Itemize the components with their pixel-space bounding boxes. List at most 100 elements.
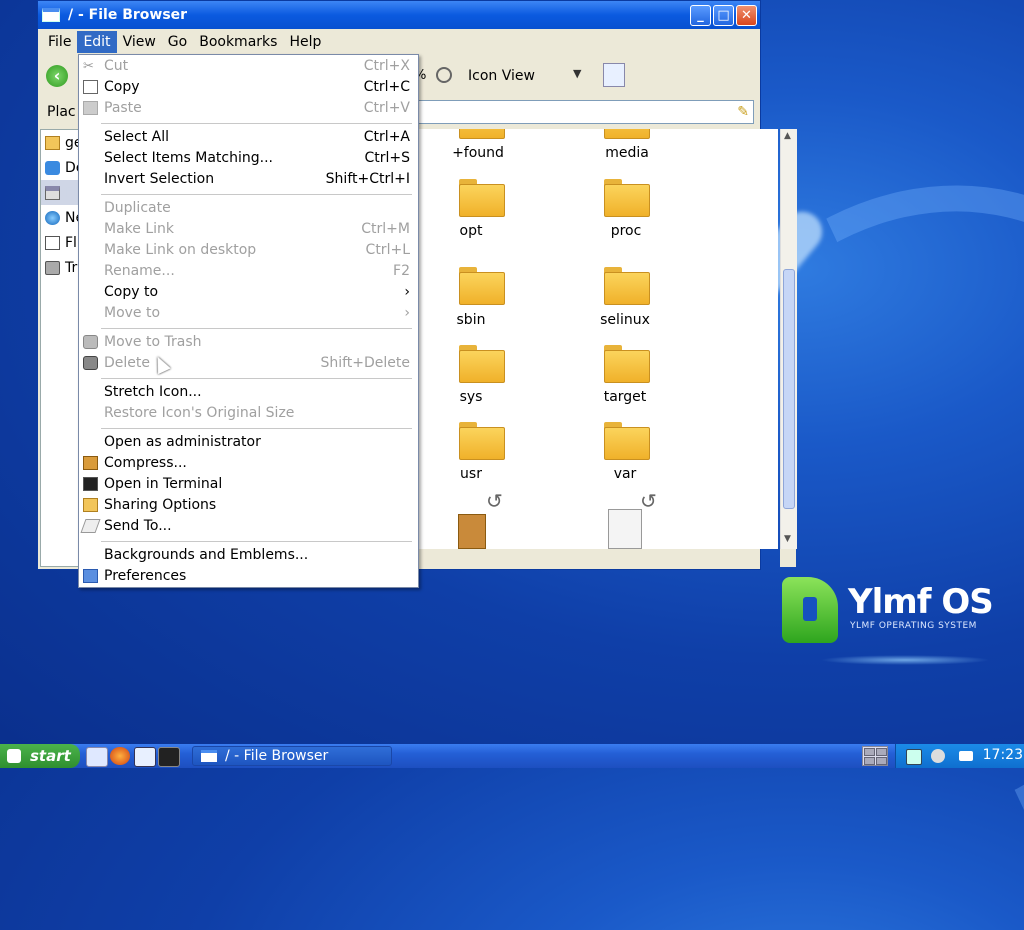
- back-arrow-icon[interactable]: ‹: [46, 65, 68, 87]
- folder-icon[interactable]: [604, 422, 650, 460]
- file-label[interactable]: usr: [426, 466, 516, 482]
- file-label[interactable]: media: [582, 145, 672, 161]
- paste-icon: [83, 101, 98, 115]
- taskbar-window-button[interactable]: / - File Browser: [192, 746, 392, 766]
- places-label[interactable]: Plac: [47, 104, 76, 120]
- window-icon: [42, 8, 60, 22]
- menu-item-cut[interactable]: ✂ Cut Ctrl+X: [79, 56, 418, 77]
- menu-item-send-to[interactable]: Send To...: [79, 516, 418, 537]
- view-mode-select[interactable]: Icon View: [468, 68, 535, 84]
- scroll-down-icon[interactable]: ▼: [784, 534, 791, 544]
- file-label[interactable]: opt: [426, 223, 516, 239]
- workspace-cell[interactable]: [876, 757, 887, 765]
- maximize-button[interactable]: □: [713, 4, 734, 26]
- folder-icon[interactable]: [604, 345, 650, 383]
- file-label[interactable]: target: [580, 389, 670, 405]
- menu-item-move-to-trash[interactable]: Move to Trash: [79, 332, 418, 353]
- system-tray: 17:23: [895, 744, 1024, 768]
- menu-item-rename[interactable]: Rename... F2: [79, 261, 418, 282]
- close-button[interactable]: ✕: [736, 4, 757, 26]
- file-label[interactable]: selinux: [580, 312, 670, 328]
- folder-icon[interactable]: [604, 179, 650, 217]
- file-label[interactable]: var: [580, 466, 670, 482]
- menu-item-open-terminal[interactable]: Open in Terminal: [79, 474, 418, 495]
- menu-item-make-link-desktop[interactable]: Make Link on desktop Ctrl+L: [79, 240, 418, 261]
- mail-icon[interactable]: [959, 751, 973, 761]
- folder-icon[interactable]: [459, 345, 505, 383]
- menu-item-copy-to[interactable]: Copy to ›: [79, 282, 418, 303]
- menu-item-invert-selection[interactable]: Invert Selection Shift+Ctrl+I: [79, 169, 418, 190]
- menu-item-paste[interactable]: Paste Ctrl+V: [79, 98, 418, 119]
- start-logo-icon: [7, 749, 21, 763]
- folder-icon[interactable]: [459, 267, 505, 305]
- file-label[interactable]: sys: [426, 389, 516, 405]
- file-label[interactable]: proc: [581, 223, 671, 239]
- file-label[interactable]: sbin: [426, 312, 516, 328]
- menu-item-move-to[interactable]: Move to ›: [79, 303, 418, 324]
- archive-icon: [83, 456, 98, 470]
- window-icon: [201, 750, 217, 762]
- package-icon[interactable]: [458, 514, 486, 549]
- location-field[interactable]: ✎: [418, 100, 754, 124]
- folder-icon[interactable]: [459, 422, 505, 460]
- clear-broom-icon[interactable]: ✎: [737, 104, 749, 120]
- menu-item-copy[interactable]: Copy Ctrl+C: [79, 77, 418, 98]
- menu-item-make-link[interactable]: Make Link Ctrl+M: [79, 219, 418, 240]
- workspace-switcher[interactable]: [862, 746, 888, 766]
- menu-item-stretch-icon[interactable]: Stretch Icon...: [79, 382, 418, 403]
- resize-grip[interactable]: [780, 549, 796, 567]
- logo-glow: [820, 655, 990, 665]
- file-label[interactable]: +found: [433, 145, 523, 161]
- menu-item-compress[interactable]: Compress...: [79, 453, 418, 474]
- menu-item-sharing-options[interactable]: Sharing Options: [79, 495, 418, 516]
- quicklaunch-files-icon[interactable]: [86, 747, 108, 767]
- file-view: +found media opt proc sbin selinux sys t…: [418, 129, 778, 549]
- network-status-icon[interactable]: [906, 749, 922, 765]
- menu-bookmarks[interactable]: Bookmarks: [193, 31, 283, 53]
- trash-icon: [45, 260, 60, 275]
- menu-item-duplicate[interactable]: Duplicate: [79, 198, 418, 219]
- edit-menu: ✂ Cut Ctrl+X Copy Ctrl+C Paste Ctrl+V Select…: [78, 54, 419, 588]
- start-button[interactable]: start: [0, 744, 80, 768]
- scroll-thumb[interactable]: [783, 269, 795, 509]
- desktop-icon: [45, 160, 60, 175]
- logo-text: Ylmf OS: [848, 582, 994, 622]
- text-file-icon[interactable]: [608, 509, 642, 549]
- workspace-cell[interactable]: [864, 748, 875, 756]
- workspace-cell[interactable]: [876, 748, 887, 756]
- terminal-icon[interactable]: [158, 747, 180, 767]
- menu-item-select-all[interactable]: Select All Ctrl+A: [79, 127, 418, 148]
- menu-go[interactable]: Go: [162, 31, 193, 53]
- clock[interactable]: 17:23: [983, 747, 1023, 763]
- menu-item-restore-icon-size[interactable]: Restore Icon's Original Size: [79, 403, 418, 424]
- title-bar[interactable]: / - File Browser _ □ ✕: [38, 1, 760, 29]
- workspace-cell[interactable]: [864, 757, 875, 765]
- firefox-icon[interactable]: [110, 747, 130, 765]
- menu-file[interactable]: File: [42, 31, 77, 53]
- zoom-icon[interactable]: [436, 67, 452, 83]
- folder-icon[interactable]: [459, 129, 505, 139]
- menu-separator: [101, 328, 412, 329]
- menu-item-preferences[interactable]: Preferences: [79, 566, 418, 587]
- menu-item-select-matching[interactable]: Select Items Matching... Ctrl+S: [79, 148, 418, 169]
- menu-item-backgrounds-emblems[interactable]: Backgrounds and Emblems...: [79, 545, 418, 566]
- folder-icon[interactable]: [604, 129, 650, 139]
- menu-help[interactable]: Help: [283, 31, 327, 53]
- menu-view[interactable]: View: [117, 31, 162, 53]
- minimize-button[interactable]: _: [690, 4, 711, 26]
- home-folder-icon: [45, 135, 60, 150]
- window-title: / - File Browser: [68, 7, 188, 23]
- folder-icon[interactable]: [604, 267, 650, 305]
- folder-icon[interactable]: [459, 179, 505, 217]
- scroll-up-icon[interactable]: ▲: [784, 131, 791, 141]
- menu-item-delete[interactable]: Delete Shift+Delete: [79, 353, 418, 374]
- menu-item-open-as-admin[interactable]: Open as administrator: [79, 432, 418, 453]
- update-icon[interactable]: [931, 749, 945, 763]
- show-desktop-icon[interactable]: [134, 747, 156, 767]
- search-icon[interactable]: [603, 63, 625, 87]
- menu-edit[interactable]: Edit: [77, 31, 117, 53]
- menu-separator: [101, 378, 412, 379]
- vertical-scrollbar[interactable]: ▲ ▼: [780, 129, 797, 549]
- symlink-arrow-icon: ↺: [640, 489, 657, 513]
- chevron-down-icon[interactable]: ▼: [573, 67, 581, 80]
